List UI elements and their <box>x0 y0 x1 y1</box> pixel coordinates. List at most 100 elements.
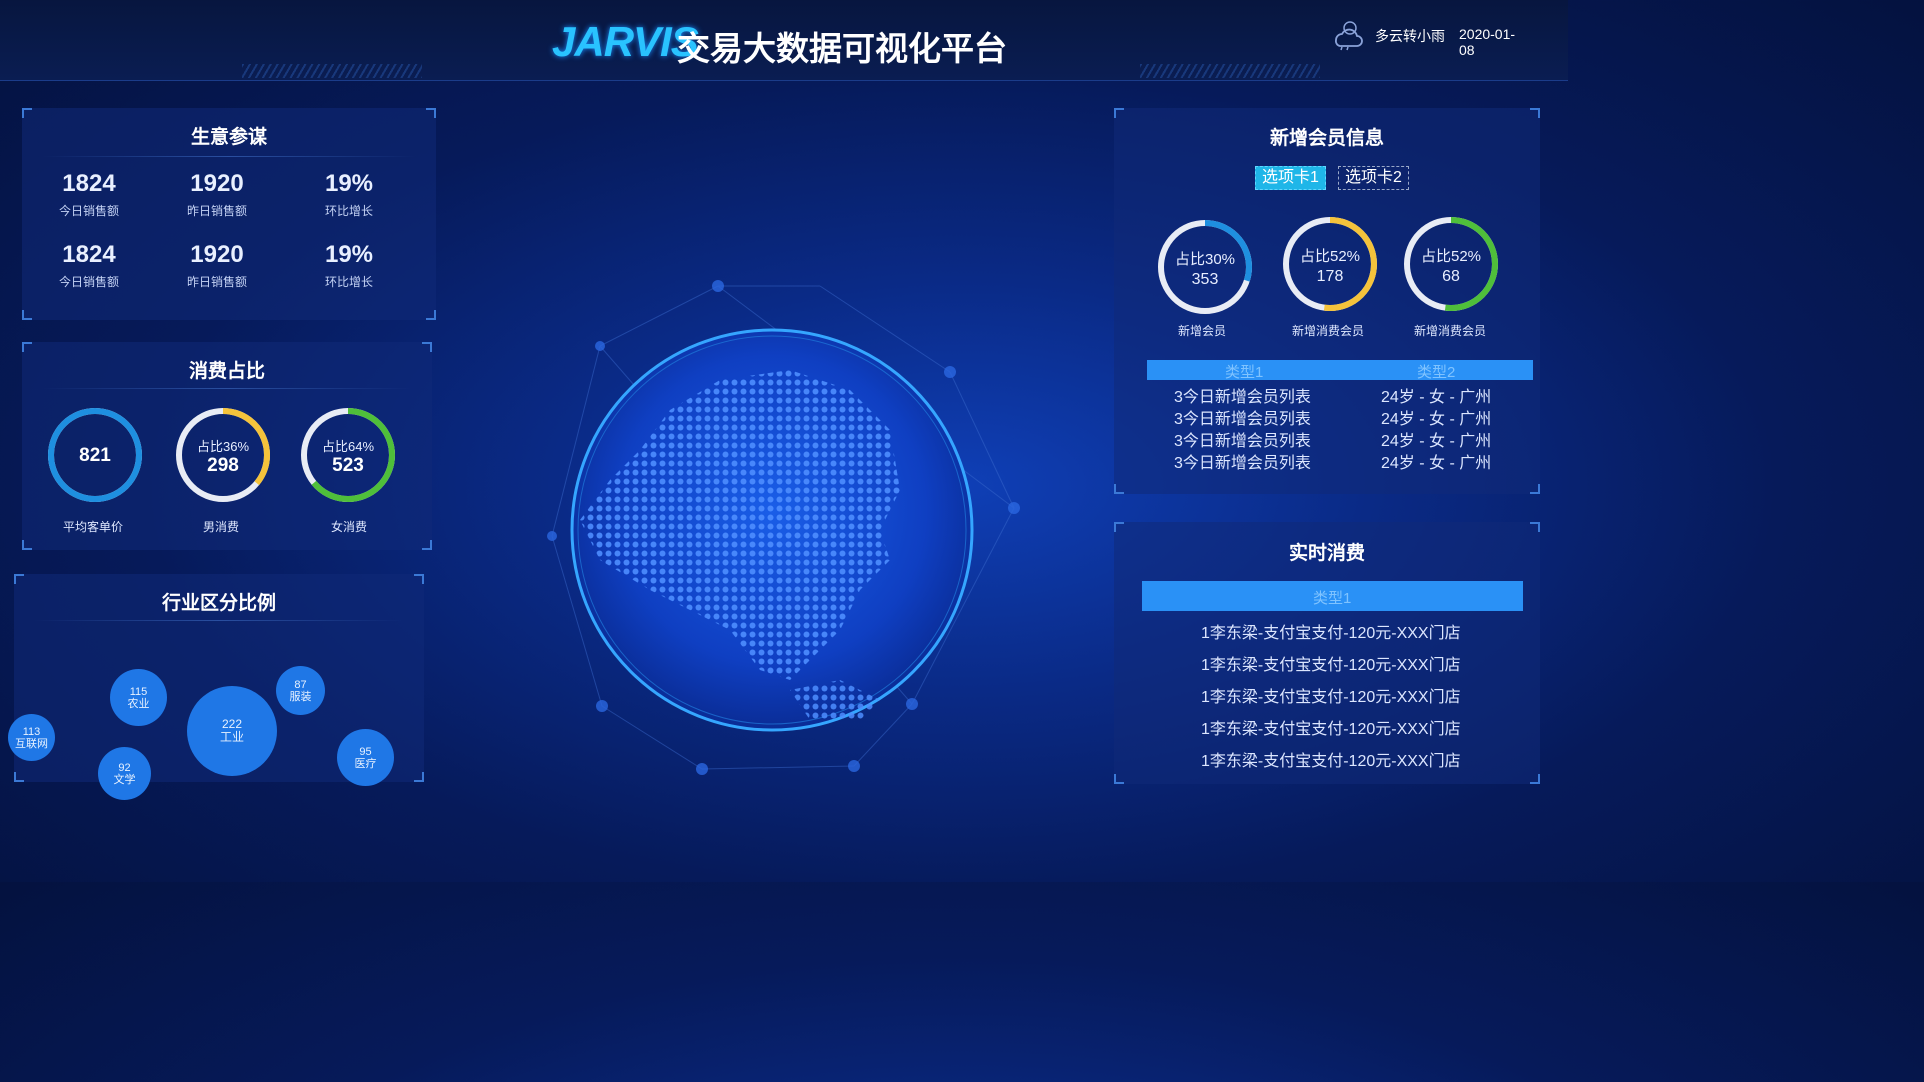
bubble-value: 113 <box>22 725 41 738</box>
corner-decor <box>426 108 436 118</box>
stat-yesterday-sales: 1920 昨日销售额 <box>162 241 272 290</box>
ring-number: 68 <box>1442 268 1460 285</box>
bubble-name: 文学 <box>113 773 136 786</box>
table-cell: 3今日新增会员列表 <box>1174 455 1311 472</box>
ring-caption: 新增消费会员 <box>1413 324 1486 338</box>
ring-value: 占比36% 298 <box>174 436 272 477</box>
corner-decor <box>414 574 424 584</box>
ring-caption: 男消费 <box>202 520 239 534</box>
ring-caption: 新增会员 <box>1177 324 1226 338</box>
corner-decor <box>1530 484 1540 494</box>
consumption-panel: 消费占比 821 平均客单价 占比36% 298 男消费 占比64% 523 女… <box>22 342 432 550</box>
tab-option-2[interactable]: 选项卡2 <box>1338 166 1409 190</box>
header-decor-right <box>1140 64 1320 78</box>
bubble-industry[interactable]: 222 工业 <box>187 686 277 776</box>
corner-decor <box>1530 774 1540 784</box>
panel-title: 实时消费 <box>1288 543 1365 564</box>
ring-caption: 平均客单价 <box>62 520 123 534</box>
ring-share: 占比36% <box>196 439 250 454</box>
header-decor-left <box>242 64 422 78</box>
column-header: 类型1 <box>1225 364 1264 381</box>
bubble-agriculture[interactable]: 115 农业 <box>110 669 167 726</box>
corner-decor <box>422 342 432 352</box>
stat-label: 环比增长 <box>324 204 373 218</box>
ring-share: 占比64% <box>321 439 375 454</box>
panel-title: 消费占比 <box>188 361 265 382</box>
table-cell: 3今日新增会员列表 <box>1174 433 1311 450</box>
realtime-table-header: 类型1 <box>1142 581 1523 611</box>
title-divider <box>42 156 416 157</box>
bubble-literature[interactable]: 92 文学 <box>98 747 151 800</box>
tab-option-1[interactable]: 选项卡1 <box>1255 166 1326 190</box>
stat-label: 环比增长 <box>324 275 373 289</box>
realtime-row: 1李东梁-支付宝支付-120元-XXX门店 <box>1201 721 1461 738</box>
stat-label: 昨日销售额 <box>186 275 247 289</box>
ring-value: 821 <box>46 445 144 467</box>
ring-caption: 新增消费会员 <box>1291 324 1364 338</box>
weather-text: 多云转小雨 <box>1375 28 1445 44</box>
business-panel: 生意参谋 1824 今日销售额 1920 昨日销售额 19% 环比增长 1824… <box>22 108 436 320</box>
table-cell: 24岁 - 女 - 广州 <box>1381 411 1492 428</box>
stat-value: 1920 <box>190 170 244 197</box>
ring-number: 821 <box>79 445 111 466</box>
corner-decor <box>426 310 436 320</box>
panel-title: 行业区分比例 <box>161 593 276 614</box>
corner-decor <box>422 540 432 550</box>
corner-decor <box>1114 774 1124 784</box>
stat-label: 今日销售额 <box>58 275 119 289</box>
bubble-value: 92 <box>118 761 131 774</box>
corner-decor <box>14 574 24 584</box>
cloud-rain-icon <box>1335 21 1363 51</box>
panel-title: 新增会员信息 <box>1269 128 1384 149</box>
ring-value: 占比30% 353 <box>1156 248 1254 289</box>
corner-decor <box>1530 108 1540 118</box>
ring-share: 占比52% <box>1420 248 1482 265</box>
bubble-name: 农业 <box>127 697 150 710</box>
ring-value: 占比52% 178 <box>1281 245 1379 286</box>
stat-value: 19% <box>324 170 374 197</box>
ring-number: 523 <box>332 455 364 476</box>
corner-decor <box>414 772 424 782</box>
table-cell: 24岁 - 女 - 广州 <box>1381 433 1492 450</box>
page-title: 交易大数据可视化平台 <box>677 30 1007 67</box>
stat-value: 1920 <box>190 241 244 268</box>
globe-visual <box>547 280 1020 775</box>
column-header: 类型2 <box>1417 364 1456 381</box>
table-cell: 3今日新增会员列表 <box>1174 389 1311 406</box>
date-text: 2020-01-08 <box>1459 26 1516 58</box>
bubble-value: 87 <box>294 678 307 691</box>
ring-value: 占比64% 523 <box>299 436 397 477</box>
ring-share: 占比30% <box>1174 251 1236 268</box>
ring-number: 353 <box>1191 271 1219 288</box>
column-header: 类型1 <box>1313 590 1352 607</box>
title-divider <box>34 620 404 621</box>
bubble-medical[interactable]: 95 医疗 <box>337 729 394 786</box>
app-logo: JARVIS <box>552 18 699 65</box>
stat-label: 昨日销售额 <box>186 204 247 218</box>
stat-growth: 19% 环比增长 <box>294 241 404 290</box>
stat-value: 1824 <box>62 241 116 268</box>
corner-decor <box>22 108 32 118</box>
bubble-value: 115 <box>129 685 148 698</box>
stat-yesterday-sales: 1920 昨日销售额 <box>162 170 272 219</box>
ring-value: 占比52% 68 <box>1402 245 1500 286</box>
bubble-value: 95 <box>359 745 372 758</box>
bubble-name: 互联网 <box>15 737 48 750</box>
realtime-row: 1李东梁-支付宝支付-120元-XXX门店 <box>1201 657 1461 674</box>
bubble-internet[interactable]: 113 互联网 <box>8 714 55 761</box>
corner-decor <box>1114 484 1124 494</box>
corner-decor <box>22 540 32 550</box>
corner-decor <box>1530 522 1540 532</box>
table-cell: 3今日新增会员列表 <box>1174 411 1311 428</box>
bubble-clothing[interactable]: 87 服装 <box>276 666 325 715</box>
realtime-row: 1李东梁-支付宝支付-120元-XXX门店 <box>1201 689 1461 706</box>
table-cell: 24岁 - 女 - 广州 <box>1381 389 1492 406</box>
corner-decor <box>22 310 32 320</box>
stat-today-sales: 1824 今日销售额 <box>34 241 144 290</box>
table-cell: 24岁 - 女 - 广州 <box>1381 455 1492 472</box>
ring-number: 178 <box>1316 268 1344 285</box>
ring-caption: 女消费 <box>330 520 367 534</box>
panel-title: 生意参谋 <box>190 127 267 148</box>
members-table-header: 类型1 类型2 <box>1147 360 1533 381</box>
corner-decor <box>14 772 24 782</box>
